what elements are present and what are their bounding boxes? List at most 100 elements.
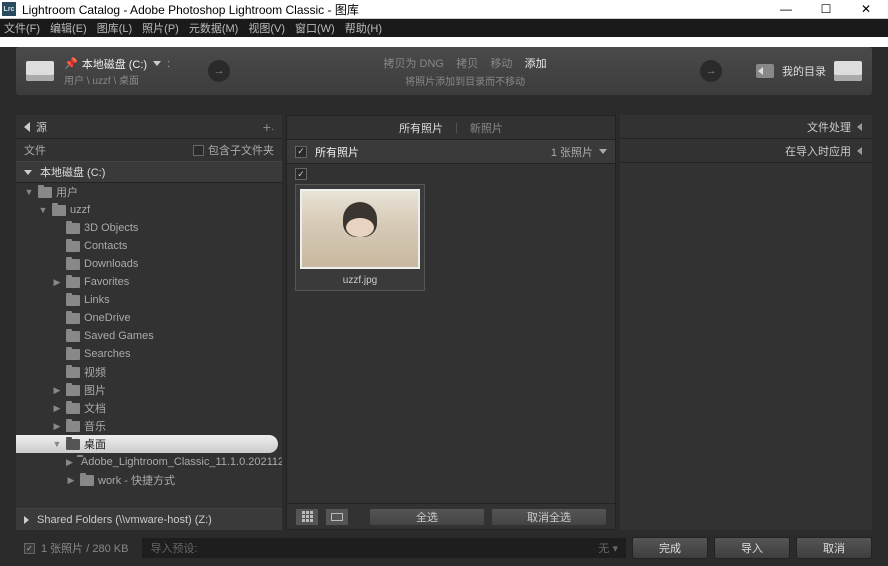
group-title: 所有照片 bbox=[315, 144, 359, 160]
destination-icon bbox=[756, 64, 774, 78]
folder-icon bbox=[66, 403, 80, 414]
folder-icon bbox=[66, 259, 80, 270]
menu-bar: 文件(F) 编辑(E) 图库(L) 照片(P) 元数据(M) 视图(V) 窗口(… bbox=[0, 19, 888, 37]
my-catalog-label[interactable]: 我的目录 bbox=[782, 63, 826, 79]
folder-item[interactable]: ▶Favorites bbox=[16, 273, 282, 291]
folder-icon bbox=[66, 313, 80, 324]
select-all-button[interactable]: 全选 bbox=[369, 508, 485, 526]
nav-back-button[interactable]: → bbox=[208, 60, 230, 82]
chevron-down-icon[interactable] bbox=[599, 149, 607, 154]
grid-view-button[interactable] bbox=[295, 508, 319, 526]
folder-item[interactable]: ▶work - 快捷方式 bbox=[16, 471, 282, 489]
chevron-down-icon[interactable] bbox=[153, 61, 161, 66]
add-source-button[interactable]: + bbox=[263, 119, 271, 135]
menu-view[interactable]: 视图(V) bbox=[248, 20, 285, 36]
folder-item[interactable]: ▶图片 bbox=[16, 381, 282, 399]
app-logo-icon: Lrc bbox=[2, 2, 16, 16]
group-checkbox[interactable]: ✓ bbox=[295, 146, 307, 158]
nav-forward-button[interactable]: → bbox=[700, 60, 722, 82]
chevron-right-icon bbox=[24, 516, 29, 524]
expand-icon[interactable]: ▼ bbox=[52, 439, 62, 449]
expand-icon[interactable]: ▶ bbox=[66, 457, 73, 468]
tab-all-photos[interactable]: 所有照片 bbox=[399, 120, 443, 136]
folder-item[interactable]: Downloads bbox=[16, 255, 282, 273]
tab-new-photos[interactable]: 新照片 bbox=[470, 120, 503, 136]
maximize-button[interactable]: ☐ bbox=[806, 0, 846, 18]
folder-item[interactable]: ▶音乐 bbox=[16, 417, 282, 435]
window-title: Lightroom Catalog - Adobe Photoshop Ligh… bbox=[22, 1, 766, 18]
action-copy-dng[interactable]: 拷贝为 DNG bbox=[383, 58, 444, 70]
collapse-right-icon bbox=[857, 147, 862, 155]
folder-item[interactable]: 3D Objects bbox=[16, 219, 282, 237]
menu-metadata[interactable]: 元数据(M) bbox=[189, 20, 239, 36]
folder-item[interactable]: ▼桌面 bbox=[16, 435, 278, 453]
drive-icon bbox=[26, 61, 54, 81]
menu-edit[interactable]: 编辑(E) bbox=[50, 20, 87, 36]
apply-on-import-panel[interactable]: 在导入时应用 bbox=[620, 139, 872, 163]
menu-help[interactable]: 帮助(H) bbox=[345, 20, 382, 36]
action-subtitle: 将照片添加到目录而不移动 bbox=[234, 73, 696, 88]
thumbnail-item[interactable]: uzzf.jpg bbox=[295, 184, 425, 291]
include-subfolders-label: 包含子文件夹 bbox=[208, 142, 274, 158]
source-drive-name[interactable]: 本地磁盘 (C:) bbox=[82, 56, 147, 72]
collapse-right-icon bbox=[857, 123, 862, 131]
folder-item[interactable]: ▶文档 bbox=[16, 399, 282, 417]
folder-icon bbox=[66, 241, 80, 252]
folder-icon bbox=[52, 205, 66, 216]
file-handling-panel[interactable]: 文件处理 bbox=[620, 115, 872, 139]
folder-icon bbox=[80, 475, 94, 486]
folder-item[interactable]: ▼用户 bbox=[16, 183, 282, 201]
folder-item[interactable]: ▶Adobe_Lightroom_Classic_11.1.0.20211202… bbox=[16, 453, 282, 471]
folder-icon bbox=[66, 331, 80, 342]
expand-icon[interactable]: ▶ bbox=[66, 475, 76, 486]
expand-icon[interactable]: ▶ bbox=[52, 385, 62, 396]
shared-folders-item[interactable]: Shared Folders (\\vmware-host) (Z:) bbox=[16, 508, 282, 530]
drive-section-header[interactable]: 本地磁盘 (C:) bbox=[16, 161, 282, 183]
import-preset-dropdown[interactable]: 导入预设: 无 ▾ bbox=[142, 538, 626, 558]
source-panel-title: 源 bbox=[36, 119, 47, 135]
collapse-left-icon[interactable] bbox=[24, 122, 30, 132]
expand-icon[interactable]: ▶ bbox=[52, 403, 62, 414]
expand-icon[interactable]: ▼ bbox=[38, 205, 48, 215]
menu-window[interactable]: 窗口(W) bbox=[295, 20, 335, 36]
folder-item[interactable]: Contacts bbox=[16, 237, 282, 255]
thumbnail-image bbox=[300, 189, 420, 269]
thumbnail-checkbox[interactable]: ✓ bbox=[295, 168, 307, 180]
folder-icon bbox=[66, 421, 80, 432]
menu-library[interactable]: 图库(L) bbox=[97, 20, 132, 36]
catalog-drive-icon bbox=[834, 61, 862, 81]
folder-item[interactable]: Links bbox=[16, 291, 282, 309]
folder-item[interactable]: Saved Games bbox=[16, 327, 282, 345]
folder-icon bbox=[66, 295, 80, 306]
folder-item[interactable]: ▼uzzf bbox=[16, 201, 282, 219]
chevron-down-icon bbox=[24, 170, 32, 175]
expand-icon[interactable]: ▶ bbox=[52, 277, 62, 288]
expand-icon[interactable]: ▼ bbox=[24, 187, 34, 197]
folder-icon bbox=[66, 277, 80, 288]
single-view-button[interactable] bbox=[325, 508, 349, 526]
include-subfolders-checkbox[interactable] bbox=[193, 145, 204, 156]
menu-photo[interactable]: 照片(P) bbox=[142, 20, 179, 36]
folder-icon bbox=[66, 349, 80, 360]
folder-item[interactable]: OneDrive bbox=[16, 309, 282, 327]
folder-item[interactable]: 视频 bbox=[16, 363, 282, 381]
action-add[interactable]: 添加 bbox=[525, 58, 547, 70]
action-copy[interactable]: 拷贝 bbox=[456, 58, 478, 70]
status-text: 1 张照片 / 280 KB bbox=[41, 540, 128, 556]
folder-icon bbox=[66, 439, 80, 450]
source-path: 用户 \ uzzf \ 桌面 bbox=[64, 72, 170, 87]
folder-icon bbox=[38, 187, 52, 198]
deselect-all-button[interactable]: 取消全选 bbox=[491, 508, 607, 526]
close-button[interactable]: ✕ bbox=[846, 0, 886, 18]
photo-count: 1 张照片 bbox=[551, 144, 593, 160]
folder-icon bbox=[66, 385, 80, 396]
action-move[interactable]: 移动 bbox=[490, 58, 512, 70]
menu-file[interactable]: 文件(F) bbox=[4, 20, 40, 36]
files-label: 文件 bbox=[24, 142, 46, 158]
folder-icon bbox=[66, 223, 80, 234]
thumbnail-filename: uzzf.jpg bbox=[300, 275, 420, 286]
minimize-button[interactable]: — bbox=[766, 0, 806, 18]
status-checkbox[interactable]: ✓ bbox=[24, 543, 35, 554]
expand-icon[interactable]: ▶ bbox=[52, 421, 62, 432]
folder-item[interactable]: Searches bbox=[16, 345, 282, 363]
